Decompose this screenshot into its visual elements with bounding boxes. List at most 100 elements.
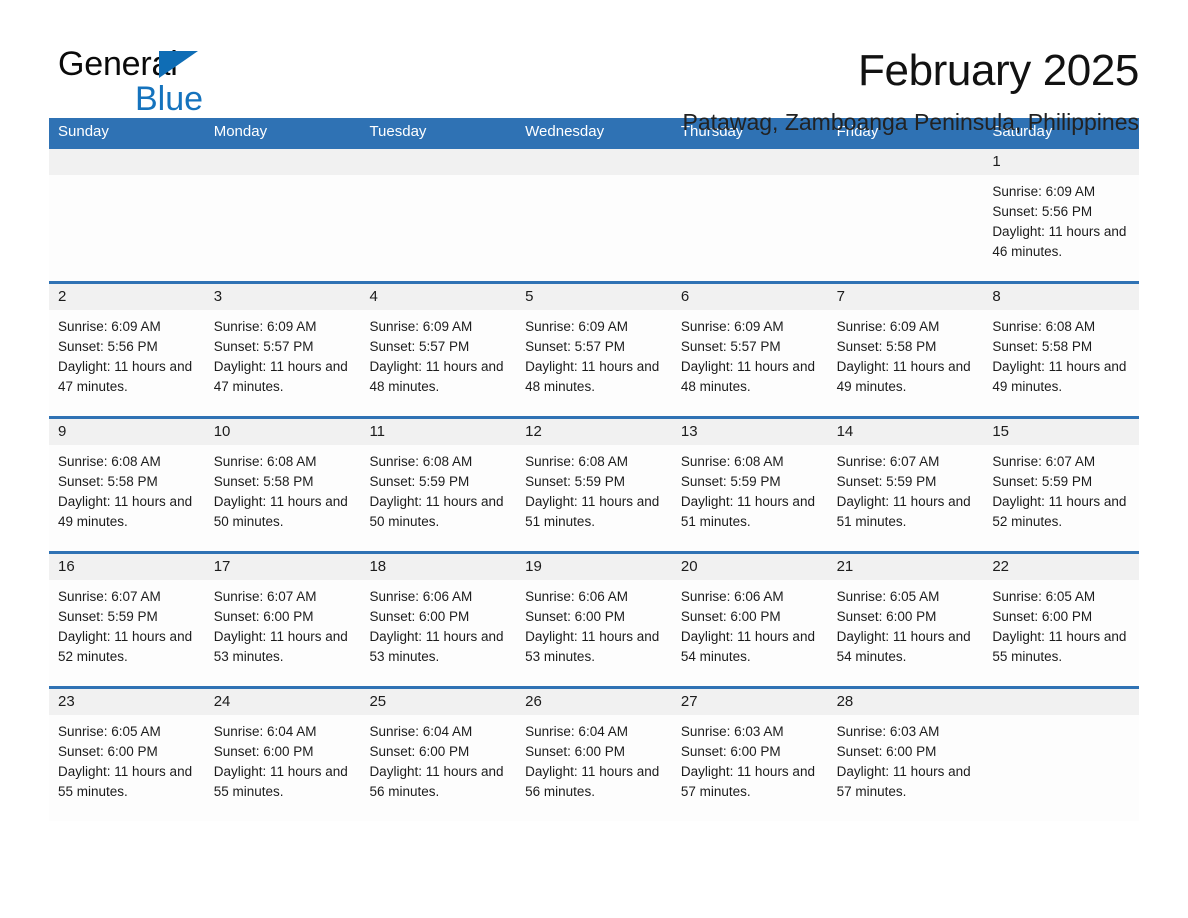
day-cell[interactable] — [49, 149, 205, 281]
sunrise-text: Sunrise: 6:03 AM — [680, 724, 784, 739]
daylight-text: Daylight: 11 hours and 57 minutes. — [680, 764, 815, 799]
day-cell[interactable]: 13 Sunrise: 6:08 AM Sunset: 5:59 PM Dayl… — [671, 419, 828, 551]
day-info — [828, 175, 984, 182]
day-cell[interactable]: 9 Sunrise: 6:08 AM Sunset: 5:58 PM Dayli… — [49, 419, 205, 551]
sunrise-text: Sunrise: 6:07 AM — [58, 589, 161, 604]
sunrise-text: Sunrise: 6:09 AM — [58, 319, 161, 334]
sunrise-text: Sunrise: 6:08 AM — [213, 454, 317, 469]
daynum-band: 22 — [983, 554, 1140, 580]
day-cell[interactable]: 6 Sunrise: 6:09 AM Sunset: 5:57 PM Dayli… — [671, 284, 828, 416]
day-cell[interactable]: 26 Sunrise: 6:04 AM Sunset: 6:00 PM Dayl… — [516, 689, 672, 821]
sunset-text: Sunset: 6:00 PM — [680, 609, 781, 624]
daynum-band — [671, 149, 828, 175]
week-row: 1 Sunrise: 6:09 AM Sunset: 5:56 PM Dayli… — [49, 146, 1140, 281]
daynum-band — [827, 149, 984, 175]
daylight-text: Daylight: 11 hours and 51 minutes. — [836, 494, 971, 529]
day-cell[interactable]: 4 Sunrise: 6:09 AM Sunset: 5:57 PM Dayli… — [360, 284, 517, 416]
day-cell[interactable] — [671, 149, 828, 281]
daylight-text: Daylight: 11 hours and 47 minutes. — [213, 359, 348, 394]
daylight-text: Daylight: 11 hours and 55 minutes. — [992, 629, 1127, 664]
daynum-band: 5 — [516, 284, 672, 310]
daynum-band: 20 — [671, 554, 828, 580]
day-cell[interactable]: 14 Sunrise: 6:07 AM Sunset: 5:59 PM Dayl… — [827, 419, 984, 551]
page-title: February 2025 — [858, 46, 1139, 95]
day-cell[interactable] — [360, 149, 517, 281]
day-info: Sunrise: 6:08 AM Sunset: 5:59 PM Dayligh… — [360, 445, 516, 532]
sunset-text: Sunset: 5:58 PM — [213, 474, 314, 489]
daynum-band: 18 — [360, 554, 517, 580]
day-info — [49, 175, 205, 182]
day-info: Sunrise: 6:04 AM Sunset: 6:00 PM Dayligh… — [516, 715, 672, 802]
day-number: 25 — [369, 693, 387, 710]
day-cell[interactable]: 27 Sunrise: 6:03 AM Sunset: 6:00 PM Dayl… — [671, 689, 828, 821]
day-info: Sunrise: 6:09 AM Sunset: 5:56 PM Dayligh… — [983, 175, 1139, 262]
sunset-text: Sunset: 6:00 PM — [836, 609, 937, 624]
daylight-text: Daylight: 11 hours and 46 minutes. — [992, 224, 1127, 259]
day-cell[interactable]: 24 Sunrise: 6:04 AM Sunset: 6:00 PM Dayl… — [204, 689, 361, 821]
day-cell[interactable]: 17 Sunrise: 6:07 AM Sunset: 6:00 PM Dayl… — [204, 554, 361, 686]
day-cell[interactable]: 23 Sunrise: 6:05 AM Sunset: 6:00 PM Dayl… — [49, 689, 205, 821]
day-number: 2 — [58, 288, 67, 305]
day-cell[interactable]: 19 Sunrise: 6:06 AM Sunset: 6:00 PM Dayl… — [516, 554, 672, 686]
day-number: 15 — [992, 423, 1009, 440]
sunset-text: Sunset: 5:59 PM — [369, 474, 470, 489]
sunset-text: Sunset: 5:58 PM — [992, 339, 1093, 354]
sunrise-text: Sunrise: 6:08 AM — [369, 454, 473, 469]
sunrise-text: Sunrise: 6:07 AM — [213, 589, 317, 604]
day-info — [672, 175, 828, 182]
day-cell[interactable]: 5 Sunrise: 6:09 AM Sunset: 5:57 PM Dayli… — [516, 284, 672, 416]
sunrise-text: Sunrise: 6:06 AM — [369, 589, 473, 604]
day-cell[interactable]: 16 Sunrise: 6:07 AM Sunset: 5:59 PM Dayl… — [49, 554, 205, 686]
day-cell[interactable]: 11 Sunrise: 6:08 AM Sunset: 5:59 PM Dayl… — [360, 419, 517, 551]
day-cell[interactable]: 7 Sunrise: 6:09 AM Sunset: 5:58 PM Dayli… — [827, 284, 984, 416]
day-cell[interactable]: 25 Sunrise: 6:04 AM Sunset: 6:00 PM Dayl… — [360, 689, 517, 821]
daylight-text: Daylight: 11 hours and 53 minutes. — [213, 629, 348, 664]
day-number: 19 — [525, 558, 542, 575]
daynum-band: 19 — [516, 554, 672, 580]
sunrise-text: Sunrise: 6:07 AM — [836, 454, 940, 469]
generalblue-logo[interactable]: General Blue — [58, 47, 358, 119]
day-number: 4 — [369, 288, 378, 305]
day-cell[interactable] — [516, 149, 672, 281]
day-cell[interactable]: 15 Sunrise: 6:07 AM Sunset: 5:59 PM Dayl… — [983, 419, 1140, 551]
sunrise-text: Sunrise: 6:09 AM — [836, 319, 940, 334]
daylight-text: Daylight: 11 hours and 50 minutes. — [369, 494, 504, 529]
day-info: Sunrise: 6:06 AM Sunset: 6:00 PM Dayligh… — [516, 580, 672, 667]
day-cell[interactable]: 3 Sunrise: 6:09 AM Sunset: 5:57 PM Dayli… — [204, 284, 361, 416]
week-row: 9 Sunrise: 6:08 AM Sunset: 5:58 PM Dayli… — [49, 416, 1140, 551]
day-cell[interactable]: 21 Sunrise: 6:05 AM Sunset: 6:00 PM Dayl… — [827, 554, 984, 686]
day-cell[interactable]: 2 Sunrise: 6:09 AM Sunset: 5:56 PM Dayli… — [49, 284, 205, 416]
day-number: 28 — [836, 693, 854, 710]
triangle-icon — [159, 51, 198, 78]
day-info: Sunrise: 6:09 AM Sunset: 5:56 PM Dayligh… — [49, 310, 205, 397]
day-cell[interactable]: 8 Sunrise: 6:08 AM Sunset: 5:58 PM Dayli… — [983, 284, 1140, 416]
daylight-text: Daylight: 11 hours and 53 minutes. — [525, 629, 660, 664]
day-cell[interactable]: 12 Sunrise: 6:08 AM Sunset: 5:59 PM Dayl… — [516, 419, 672, 551]
day-cell[interactable]: 22 Sunrise: 6:05 AM Sunset: 6:00 PM Dayl… — [983, 554, 1140, 686]
day-number: 13 — [680, 423, 698, 440]
day-cell[interactable]: 18 Sunrise: 6:06 AM Sunset: 6:00 PM Dayl… — [360, 554, 517, 686]
day-number: 20 — [680, 558, 698, 575]
sunrise-text: Sunrise: 6:04 AM — [525, 724, 628, 739]
daylight-text: Daylight: 11 hours and 51 minutes. — [680, 494, 815, 529]
daylight-text: Daylight: 11 hours and 53 minutes. — [369, 629, 504, 664]
sunset-text: Sunset: 6:00 PM — [213, 744, 314, 759]
day-cell[interactable] — [204, 149, 361, 281]
daylight-text: Daylight: 11 hours and 56 minutes. — [369, 764, 504, 799]
sunset-text: Sunset: 6:00 PM — [525, 609, 625, 624]
day-info: Sunrise: 6:06 AM Sunset: 6:00 PM Dayligh… — [360, 580, 516, 667]
day-info: Sunrise: 6:05 AM Sunset: 6:00 PM Dayligh… — [983, 580, 1139, 667]
day-cell[interactable]: 28 Sunrise: 6:03 AM Sunset: 6:00 PM Dayl… — [827, 689, 984, 821]
daylight-text: Daylight: 11 hours and 48 minutes. — [680, 359, 815, 394]
day-cell[interactable] — [983, 689, 1140, 821]
day-number: 16 — [58, 558, 75, 575]
day-cell[interactable]: 20 Sunrise: 6:06 AM Sunset: 6:00 PM Dayl… — [671, 554, 828, 686]
daylight-text: Daylight: 11 hours and 51 minutes. — [525, 494, 660, 529]
day-cell[interactable]: 1 Sunrise: 6:09 AM Sunset: 5:56 PM Dayli… — [983, 149, 1140, 281]
title-block: February 2025 Patawag, Zamboanga Peninsu… — [419, 46, 1140, 136]
day-info: Sunrise: 6:08 AM Sunset: 5:59 PM Dayligh… — [672, 445, 828, 532]
day-cell[interactable]: 10 Sunrise: 6:08 AM Sunset: 5:58 PM Dayl… — [204, 419, 361, 551]
day-number: 18 — [369, 558, 387, 575]
day-cell[interactable] — [827, 149, 984, 281]
logo-line-general: General — [58, 47, 358, 83]
